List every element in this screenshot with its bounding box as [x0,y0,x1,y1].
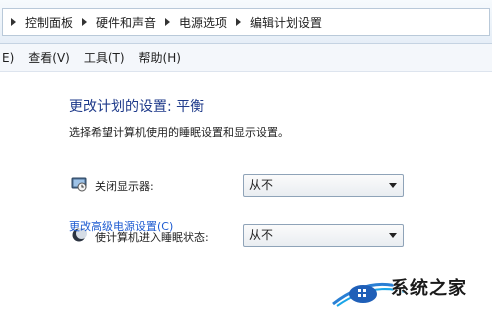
sleep-select[interactable]: 从不 [243,224,404,247]
display-off-label: 关闭显示器: [95,180,154,193]
breadcrumb-item-power-options[interactable]: 电源选项 [179,14,227,31]
breadcrumb-item-edit-plan[interactable]: 编辑计划设置 [250,14,322,31]
chevron-down-icon [389,233,397,238]
monitor-clock-icon [71,177,87,192]
sleep-select-value: 从不 [249,228,274,242]
watermark-text: 系统之家 [391,278,467,299]
page-title: 更改计划的设置: 平衡 [69,99,205,115]
breadcrumb-item-hardware-sound[interactable]: 硬件和声音 [96,14,156,31]
menu-tools[interactable]: 工具(T) [84,49,125,66]
display-off-select[interactable]: 从不 [243,174,404,197]
display-off-select-value: 从不 [249,178,274,192]
breadcrumb-separator-icon[interactable] [236,18,242,26]
breadcrumb-item-control-panel[interactable]: 控制面板 [25,14,73,31]
menu-edit[interactable]: E) [2,51,14,65]
menu-bar: E) 查看(V) 工具(T) 帮助(H) [0,44,492,72]
breadcrumb-separator-icon[interactable] [82,18,88,26]
page-subtitle: 选择希望计算机使用的睡眠设置和显示设置。 [69,126,289,139]
breadcrumb[interactable]: 控制面板 硬件和声音 电源选项 编辑计划设置 [2,8,490,36]
address-bar: 控制面板 硬件和声音 电源选项 编辑计划设置 [0,0,492,44]
menu-view[interactable]: 查看(V) [28,49,70,66]
chevron-down-icon [389,183,397,188]
breadcrumb-separator-icon[interactable] [165,18,171,26]
menu-help[interactable]: 帮助(H) [139,49,181,66]
advanced-power-settings-link[interactable]: 更改高级电源设置(C) [69,218,173,234]
breadcrumb-separator-icon[interactable] [11,18,16,26]
